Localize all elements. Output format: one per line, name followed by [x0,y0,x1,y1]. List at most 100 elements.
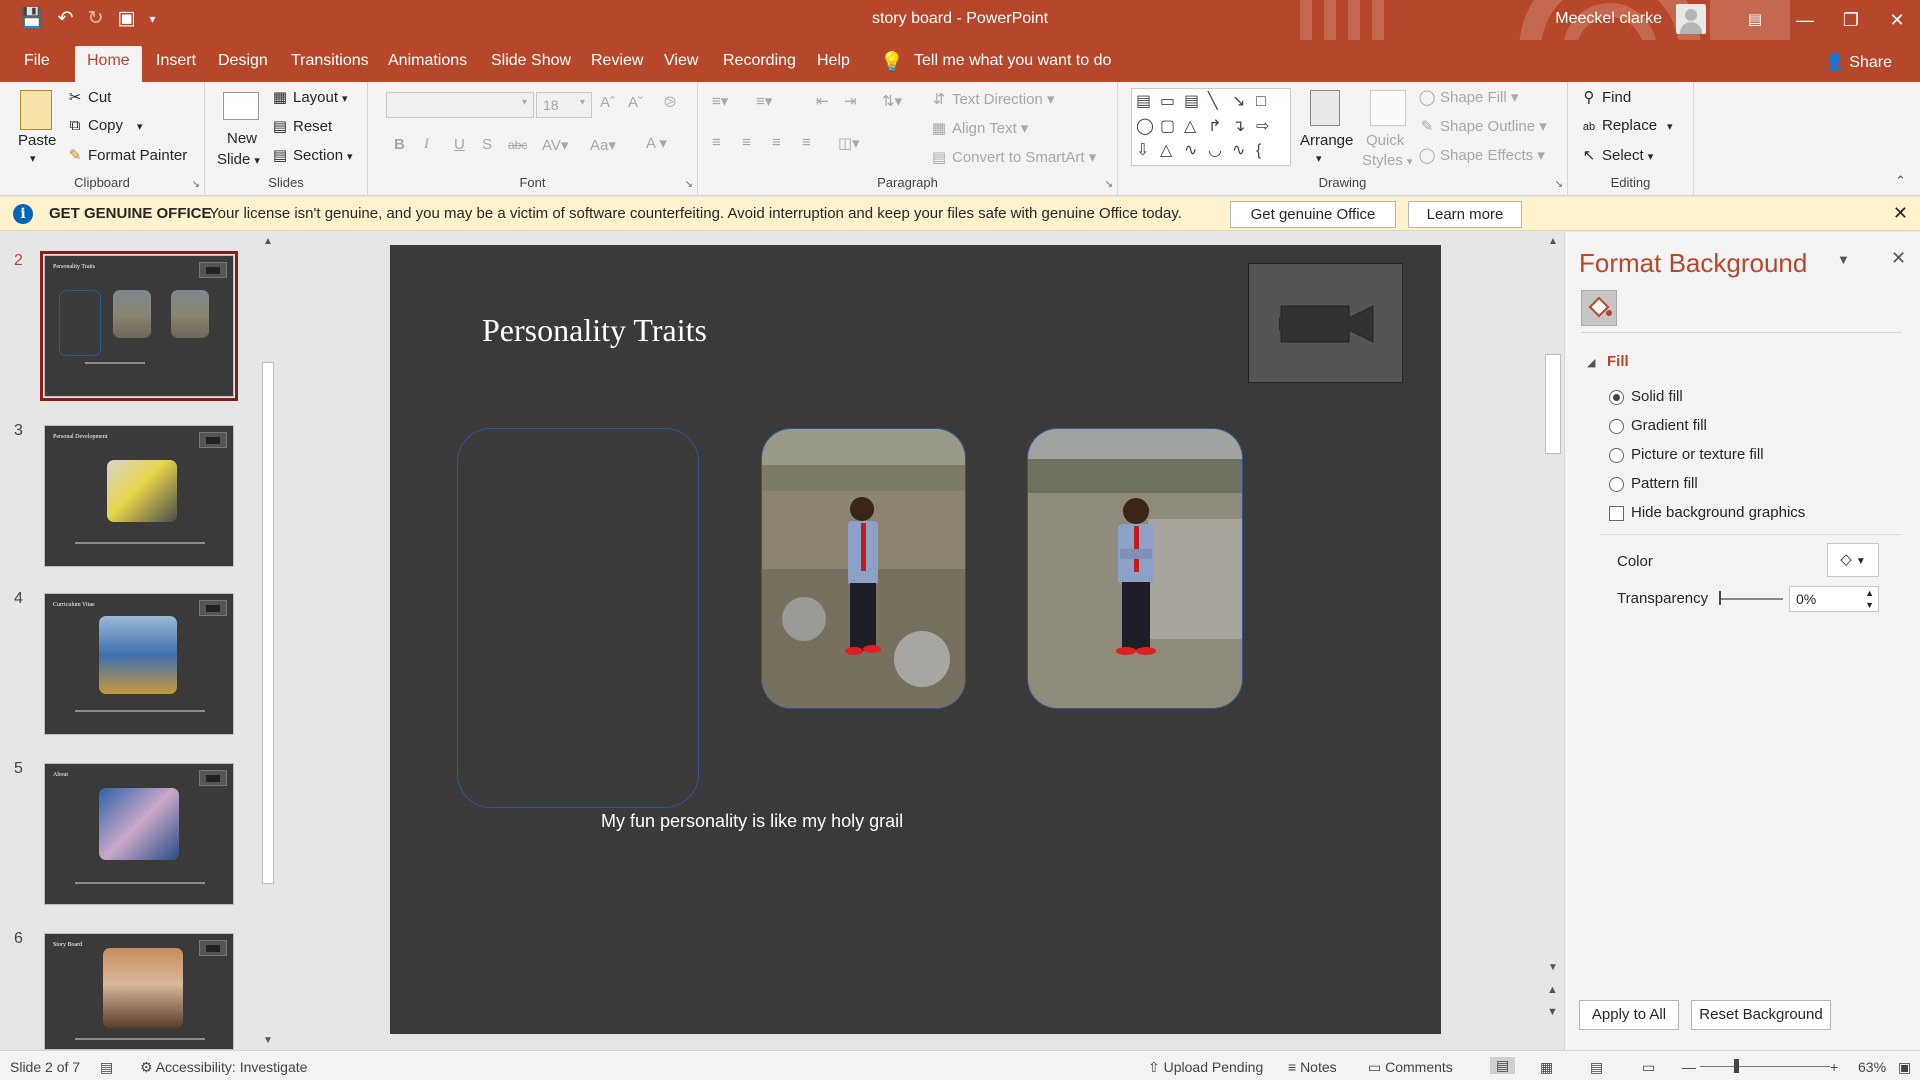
bold-icon[interactable]: B [394,136,405,153]
section-button[interactable]: ▤ Section ▾ [271,146,353,164]
columns-icon[interactable]: ◫▾ [838,134,860,152]
layout-button[interactable]: ▦ Layout ▾ [271,88,348,106]
character-spacing-icon[interactable]: AV▾ [542,136,568,154]
font-size-combo[interactable]: 18 ▾ [536,92,592,118]
shape-fill-button[interactable]: ◯ Shape Fill ▾ [1418,88,1519,106]
fill-icon[interactable] [1581,290,1617,326]
shape-outline-button[interactable]: ✎ Shape Outline ▾ [1418,117,1547,135]
zoom-slider-thumb[interactable] [1734,1059,1739,1073]
shape-rect-icon[interactable]: ▭ [1160,92,1182,113]
collapse-ribbon-icon[interactable]: ⌃ [1895,173,1906,189]
triangle-icon[interactable]: △ [1184,117,1206,138]
decrease-indent-icon[interactable]: ⇤ [816,92,829,110]
font-color-icon[interactable]: A ▾ [646,134,667,152]
paste-button[interactable]: Paste [18,132,56,149]
tab-view[interactable]: View [664,52,698,70]
increase-indent-icon[interactable]: ⇥ [844,92,857,110]
transparency-slider[interactable] [1719,598,1783,600]
justify-icon[interactable]: ≡ [802,134,811,151]
cut-button[interactable]: ✂ Cut [66,88,112,106]
brace-icon[interactable]: { [1256,141,1278,162]
slide-thumbnail-2[interactable]: Personality Traits [40,251,238,401]
close-pane-icon[interactable]: ✕ [1891,248,1906,269]
select-button[interactable]: ↖ Select ▾ [1580,146,1654,164]
tab-slide-show[interactable]: Slide Show [491,52,571,70]
upload-status[interactable]: ⇧ Upload Pending [1148,1059,1263,1076]
arrange-button[interactable]: Arrange [1300,132,1353,149]
convert-smartart-button[interactable]: ▤ Convert to SmartArt ▾ [930,148,1096,166]
zoom-level[interactable]: 63% [1858,1059,1886,1075]
copy-button[interactable]: ⧉ Copy ▾ [66,117,143,134]
gradient-fill-radio[interactable] [1609,419,1624,434]
align-text-button[interactable]: ▦ Align Text ▾ [930,119,1029,137]
scrollbar-thumb[interactable] [1545,354,1561,454]
new-slide-button[interactable]: Slide ▾ [217,151,260,168]
ribbon-display-options-icon[interactable]: ▤ [1732,0,1778,40]
avatar[interactable] [1676,4,1706,34]
scroll-up-icon[interactable]: ▲ [263,236,273,247]
spinner-icon[interactable]: ▲ ▼ [1865,587,1874,611]
tab-file[interactable]: File [24,52,50,70]
clear-formatting-icon[interactable]: ⧁ [664,94,676,111]
decrease-font-icon[interactable]: Aˇ [628,94,643,111]
tab-transitions[interactable]: Transitions [291,52,369,70]
line-spacing-icon[interactable]: ⇅▾ [882,92,902,110]
scribble-icon[interactable]: ∿ [1184,141,1206,162]
slide-thumbnail-6[interactable]: Story Board [44,933,234,1050]
find-button[interactable]: ⚲ Find [1580,88,1632,106]
slide-caption[interactable]: My fun personality is like my holy grail [601,811,903,832]
oval-icon[interactable]: ◯ [1136,117,1158,138]
line-icon[interactable]: ╲ [1208,92,1230,113]
increase-font-icon[interactable]: Aˆ [600,94,615,111]
picture-fill-radio[interactable] [1609,448,1624,463]
reset-button[interactable]: ▤ Reset [271,117,332,135]
spelling-icon[interactable]: ▤ [100,1059,113,1076]
slider-thumb[interactable] [1719,591,1721,605]
numbering-icon[interactable]: ≡▾ [756,92,772,110]
slide-thumbnail-4[interactable]: Curriculum Vitae [44,593,234,735]
color-picker-button[interactable]: ◇ ▼ [1827,543,1879,577]
text-box-icon[interactable]: ▤ [1136,92,1158,113]
tab-insert[interactable]: Insert [156,52,196,70]
freeform-icon[interactable]: △ [1160,141,1182,162]
next-slide-icon[interactable]: ▼ [1547,1006,1558,1018]
shapes-gallery[interactable]: ▤ ▭ ▤ ╲ ↘ □ ◯ ▢ △ ↱ ↴ ⇨ ⇩ △ ∿ ◡ ∿{ [1131,88,1291,166]
learn-more-button[interactable]: Learn more [1408,201,1522,228]
scrollbar-thumb[interactable] [262,362,274,884]
collapse-fill-icon[interactable]: ◢ [1587,356,1595,369]
tab-review[interactable]: Review [591,52,643,70]
fill-section-title[interactable]: Fill [1607,353,1629,370]
get-genuine-button[interactable]: Get genuine Office [1230,201,1396,228]
user-name[interactable]: Meeckel clarke [1555,10,1662,28]
normal-view-icon[interactable]: ▤ [1490,1057,1516,1074]
camera-placeholder[interactable] [1248,263,1403,383]
comments-button[interactable]: ▭ Comments [1368,1059,1453,1076]
pattern-fill-radio[interactable] [1609,477,1624,492]
quick-styles-button[interactable]: Styles ▾ [1362,152,1412,169]
gradient-fill-label[interactable]: Gradient fill [1631,417,1707,434]
tab-recording[interactable]: Recording [723,52,796,70]
thumbnails-scrollbar[interactable]: ▲ ▼ [258,232,278,1050]
quick-styles-label-1[interactable]: Quick [1366,132,1404,149]
scroll-down-icon[interactable]: ▼ [263,1035,273,1046]
tell-me-search[interactable]: Tell me what you want to do [914,52,1111,70]
pane-options-icon[interactable]: ▼ [1837,252,1850,267]
rectangle-icon[interactable]: □ [1256,92,1278,113]
accessibility-button[interactable]: ⚙ Accessibility: Investigate [140,1059,307,1076]
align-center-icon[interactable]: ≡ [742,134,751,151]
arc-icon[interactable]: ◡ [1208,141,1230,162]
current-slide[interactable]: Personality Traits My fun personality is… [390,245,1441,1034]
shape-effects-button[interactable]: ◯ Shape Effects ▾ [1418,146,1545,164]
hide-bg-checkbox[interactable] [1609,506,1624,521]
scroll-down-icon[interactable]: ▼ [1548,962,1558,973]
notes-button[interactable]: ≡ Notes [1288,1059,1337,1075]
share-button[interactable]: 👤 Share [1825,52,1892,72]
apply-to-all-button[interactable]: Apply to All [1579,1000,1679,1030]
clipboard-launcher-icon[interactable]: ↘ [192,179,200,190]
tab-help[interactable]: Help [817,52,850,70]
solid-fill-radio[interactable] [1609,390,1624,405]
down-arrow-icon[interactable]: ⇩ [1136,141,1158,162]
format-painter-button[interactable]: ✎ Format Painter [66,146,188,164]
text-shadow-icon[interactable]: S [482,136,492,153]
scroll-up-icon[interactable]: ▲ [1548,236,1558,247]
